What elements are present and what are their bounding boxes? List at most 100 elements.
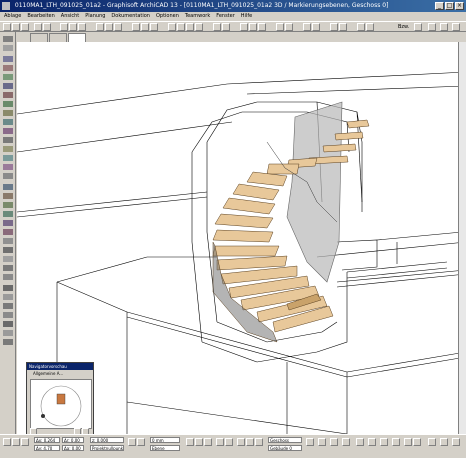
lamp-tool-icon[interactable] <box>3 155 13 161</box>
render-icon[interactable] <box>240 23 248 31</box>
menu-optionen[interactable]: Optionen <box>156 12 179 21</box>
elevation-tool-icon[interactable] <box>3 294 13 300</box>
menu-dokumentation[interactable]: Dokumentation <box>111 12 150 21</box>
mesh-tool-icon[interactable] <box>3 110 13 116</box>
grid-icon[interactable] <box>222 23 230 31</box>
teamwork-icon[interactable] <box>428 438 436 446</box>
bisector-icon[interactable] <box>255 438 263 446</box>
menu-planung[interactable]: Planung <box>85 12 105 21</box>
magnifier-icon[interactable] <box>225 438 233 446</box>
dimension-tool-icon[interactable] <box>3 184 13 190</box>
maximize-button[interactable]: □ <box>445 2 454 10</box>
measure-icon[interactable] <box>366 23 374 31</box>
spline-tool-icon[interactable] <box>3 256 13 262</box>
figure-tool-icon[interactable] <box>3 274 13 280</box>
text-tool-icon[interactable] <box>3 202 13 208</box>
slab-tool-icon[interactable] <box>3 83 13 89</box>
menu-ablage[interactable]: Ablage <box>4 12 21 21</box>
fit-in-window-icon[interactable] <box>21 438 29 446</box>
navigator-subtitle[interactable]: Allgemeine A... <box>27 370 93 377</box>
arc-tool-icon[interactable] <box>3 238 13 244</box>
roof-tool-icon[interactable] <box>3 92 13 98</box>
trace-icon[interactable] <box>312 23 320 31</box>
guide-icon[interactable] <box>303 23 311 31</box>
polyline-tool-icon[interactable] <box>3 247 13 253</box>
label-tool-icon[interactable] <box>3 211 13 217</box>
magic-wand-icon[interactable] <box>276 23 284 31</box>
close-button[interactable]: × <box>455 2 464 10</box>
marquee-icon[interactable] <box>330 23 338 31</box>
shell-tool-icon[interactable] <box>3 101 13 107</box>
nav-right-icon[interactable] <box>413 438 421 446</box>
app-icon[interactable] <box>2 2 10 10</box>
dropdown-chevron-icon[interactable] <box>414 23 422 31</box>
more-tools-icon[interactable] <box>3 339 13 345</box>
tab-plan[interactable] <box>30 33 48 42</box>
relative-construction-icon[interactable] <box>204 438 212 446</box>
grid-tool-icon[interactable] <box>3 330 13 336</box>
building-field[interactable]: Gebäude 0 <box>268 445 302 451</box>
door-tool-icon[interactable] <box>3 128 13 134</box>
menu-fenster[interactable]: Fenster <box>216 12 235 21</box>
cursor-snap-icon[interactable] <box>285 23 293 31</box>
pen-set-icon[interactable] <box>318 438 326 446</box>
object-tool-icon[interactable] <box>3 146 13 152</box>
pan-icon[interactable] <box>177 23 185 31</box>
marquee-tool-icon[interactable] <box>3 45 13 51</box>
navigator-preview[interactable] <box>30 379 92 429</box>
section-icon[interactable] <box>105 23 113 31</box>
layer-icon[interactable] <box>132 23 140 31</box>
menu-teamwork[interactable]: Teamwork <box>185 12 210 21</box>
fill-tool-icon[interactable] <box>3 220 13 226</box>
pen-icon[interactable] <box>141 23 149 31</box>
parallel-icon[interactable] <box>237 438 245 446</box>
hotspot-tool-icon[interactable] <box>3 265 13 271</box>
gravity-icon[interactable] <box>137 438 145 446</box>
menu-ansicht[interactable]: Ansicht <box>61 12 79 21</box>
save-icon[interactable] <box>21 23 29 31</box>
arrow-select-icon[interactable] <box>339 23 347 31</box>
undo-icon[interactable] <box>34 23 42 31</box>
vertical-scrollbar[interactable] <box>458 42 466 434</box>
new-icon[interactable] <box>3 23 11 31</box>
line-tool-icon[interactable] <box>3 229 13 235</box>
floorplan-icon[interactable] <box>96 23 104 31</box>
zoom-window-icon[interactable] <box>12 438 20 446</box>
redo-icon[interactable] <box>43 23 51 31</box>
reference-dropdown[interactable]: Projektnullpunkt <box>90 445 124 451</box>
dimension-standard-icon[interactable] <box>356 438 364 446</box>
column-tool-icon[interactable] <box>3 65 13 71</box>
settings-icon[interactable] <box>440 23 448 31</box>
print-icon[interactable] <box>440 438 448 446</box>
shading-icon[interactable] <box>249 23 257 31</box>
section-tool-icon[interactable] <box>3 285 13 291</box>
open-icon[interactable] <box>12 23 20 31</box>
zoom-in-icon[interactable] <box>186 23 194 31</box>
tab-section[interactable] <box>49 33 67 42</box>
cut-icon[interactable] <box>60 23 68 31</box>
construction-grid-icon[interactable] <box>195 438 203 446</box>
perpendicular-icon[interactable] <box>246 438 254 446</box>
minimize-button[interactable]: _ <box>435 2 444 10</box>
nav-left-icon[interactable] <box>404 438 412 446</box>
zoom-out-icon[interactable] <box>195 23 203 31</box>
help-icon[interactable] <box>428 23 436 31</box>
menu-hilfe[interactable]: Hilfe <box>241 12 252 21</box>
paste-icon[interactable] <box>78 23 86 31</box>
worksheet-tool-icon[interactable] <box>3 312 13 318</box>
fill-icon[interactable] <box>150 23 158 31</box>
info-icon[interactable] <box>452 23 460 31</box>
layer-combo-icon[interactable] <box>306 438 314 446</box>
arrow-tool-icon[interactable] <box>3 36 13 42</box>
snap-icon[interactable] <box>128 438 136 446</box>
offset-field[interactable]: 0 mm <box>150 437 180 443</box>
wall-tool-icon[interactable] <box>3 56 13 62</box>
dimension-icon[interactable] <box>357 23 365 31</box>
wireframe-icon[interactable] <box>258 23 266 31</box>
plane-field[interactable]: Ebene <box>150 445 180 451</box>
3d-window-icon[interactable] <box>114 23 122 31</box>
grid-snap-icon[interactable] <box>186 438 194 446</box>
window-tool-icon[interactable] <box>3 137 13 143</box>
story-field[interactable]: Geschoss <box>268 437 302 443</box>
undo-zoom-icon[interactable] <box>3 438 11 446</box>
